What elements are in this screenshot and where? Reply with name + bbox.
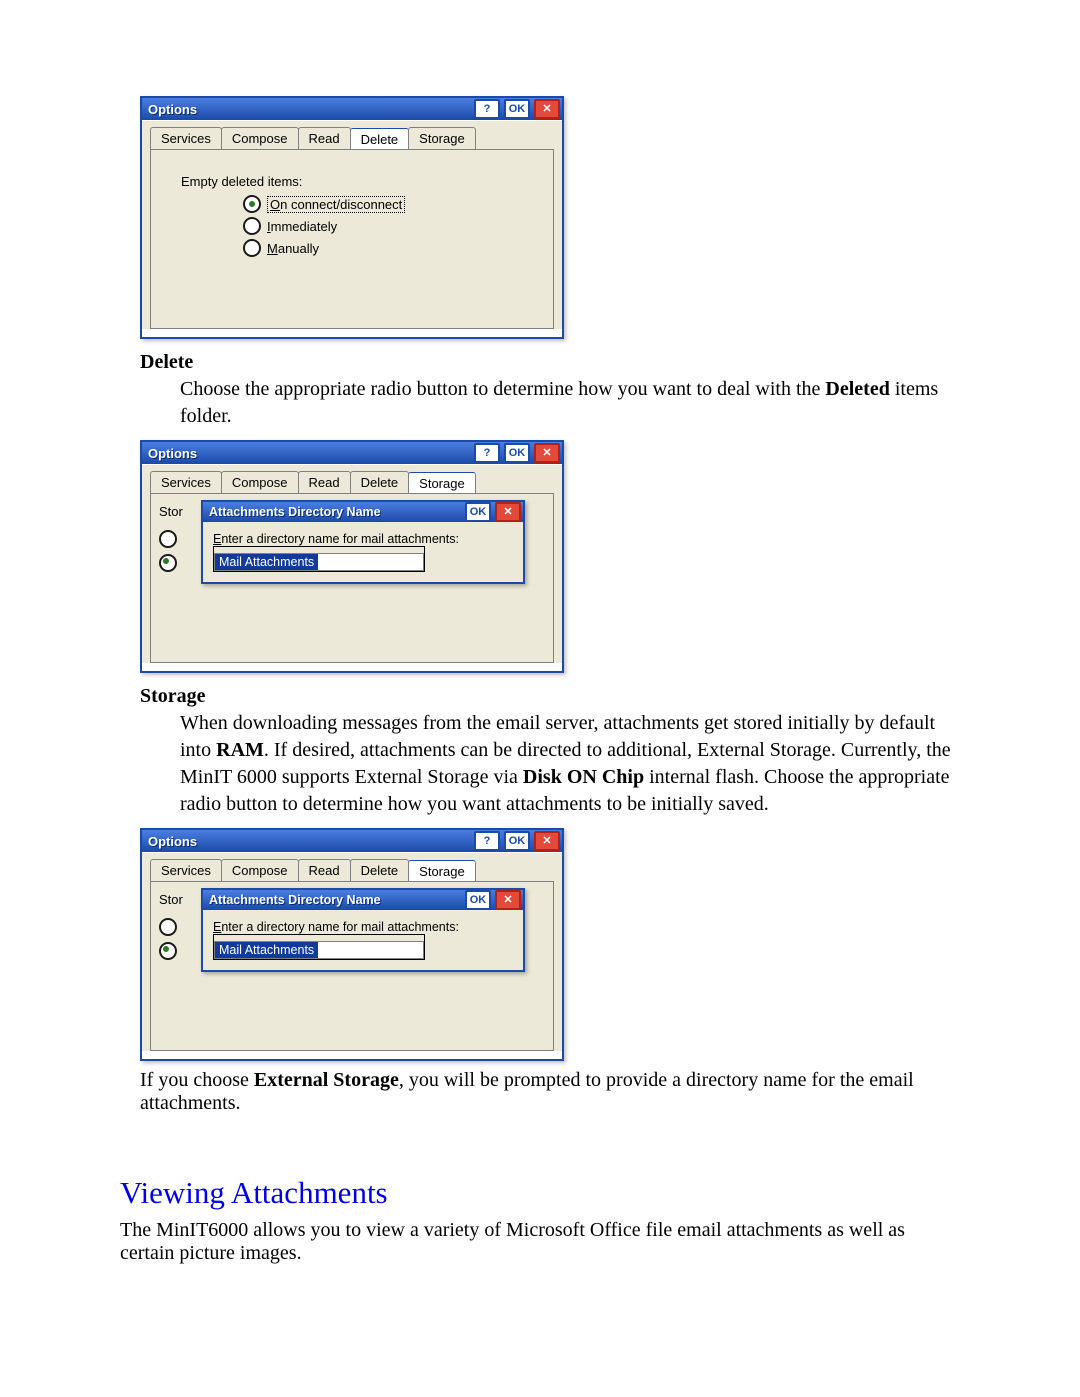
storage-label-clipped: Stor <box>159 504 183 519</box>
storage-radios-clipped <box>159 912 177 966</box>
radio-icon <box>243 217 261 235</box>
attachments-dir-popup: Attachments Directory Name OK ✕ Enter a … <box>201 500 525 584</box>
ok-button[interactable]: OK <box>504 443 530 463</box>
popup-body: Enter a directory name for mail attachme… <box>203 910 523 970</box>
radio-on-connect[interactable]: On connect/disconnect <box>243 195 553 213</box>
delete-heading: Delete <box>140 351 960 374</box>
tab-storage[interactable]: Storage <box>408 127 476 149</box>
radio-label: Immediately <box>267 219 337 234</box>
ok-button[interactable]: OK <box>504 99 530 119</box>
titlebar: Options ? OK ✕ <box>142 98 562 120</box>
radio-icon <box>243 195 261 213</box>
radio-icon <box>159 942 177 960</box>
help-button[interactable]: ? <box>474 99 500 119</box>
radio-immediately[interactable]: Immediately <box>243 217 553 235</box>
tab-services[interactable]: Services <box>150 859 222 881</box>
popup-title: Attachments Directory Name <box>203 893 463 907</box>
tab-delete[interactable]: Delete <box>350 128 410 150</box>
tab-read[interactable]: Read <box>298 471 351 493</box>
options-dialog: Options ? OK ✕ Services Compose Read Del… <box>140 96 564 339</box>
help-button[interactable]: ? <box>474 443 500 463</box>
options-dialog-storage: Options ? OK ✕ Services Compose Read Del… <box>140 440 564 673</box>
figure-options-delete: Options ? OK ✕ Services Compose Read Del… <box>140 96 960 339</box>
delete-paragraph: Choose the appropriate radio button to d… <box>180 376 960 430</box>
ok-button[interactable]: OK <box>504 831 530 851</box>
external-storage-note: If you choose External Storage, you will… <box>140 1069 960 1115</box>
options-dialog-storage: Options ? OK ✕ Services Compose Read Del… <box>140 828 564 1061</box>
radio-icon <box>159 554 177 572</box>
dialog-client: Services Compose Read Delete Storage Sto… <box>142 464 562 663</box>
tab-services[interactable]: Services <box>150 127 222 149</box>
popup-titlebar: Attachments Directory Name OK ✕ <box>203 890 523 910</box>
help-button[interactable]: ? <box>474 831 500 851</box>
dialog-title: Options <box>142 834 472 849</box>
close-button[interactable]: ✕ <box>534 99 560 119</box>
tab-read[interactable]: Read <box>298 127 351 149</box>
tab-strip: Services Compose Read Delete Storage <box>142 853 562 881</box>
tab-delete[interactable]: Delete <box>350 471 410 493</box>
tab-read[interactable]: Read <box>298 859 351 881</box>
popup-close-button[interactable]: ✕ <box>495 890 521 910</box>
popup-body: Enter a directory name for mail attachme… <box>203 522 523 582</box>
attachments-dir-popup: Attachments Directory Name OK ✕ Enter a … <box>201 888 525 972</box>
section-viewing-attachments: Viewing Attachments <box>120 1175 960 1211</box>
radio-manually[interactable]: Manually <box>243 239 553 257</box>
storage-radios-clipped <box>159 524 177 578</box>
empty-items-label: Empty deleted items: <box>181 174 553 189</box>
tab-delete[interactable]: Delete <box>350 859 410 881</box>
storage-pane: Stor Attachments Directory Name OK ✕ Ent… <box>150 881 554 1051</box>
radio-label: Manually <box>267 241 319 256</box>
popup-title: Attachments Directory Name <box>203 505 463 519</box>
popup-ok-button[interactable]: OK <box>465 502 491 522</box>
popup-close-button[interactable]: ✕ <box>495 502 521 522</box>
tab-compose[interactable]: Compose <box>221 471 299 493</box>
tab-storage[interactable]: Storage <box>408 860 476 882</box>
popup-titlebar: Attachments Directory Name OK ✕ <box>203 502 523 522</box>
popup-label: Enter a directory name for mail attachme… <box>213 920 513 934</box>
radio-icon <box>159 530 177 548</box>
popup-ok-button[interactable]: OK <box>465 890 491 910</box>
tab-strip: Services Compose Read Delete Storage <box>142 121 562 149</box>
close-button[interactable]: ✕ <box>534 443 560 463</box>
radio-icon <box>159 918 177 936</box>
dialog-client: Services Compose Read Delete Storage Emp… <box>142 120 562 329</box>
radio-icon <box>243 239 261 257</box>
tab-services[interactable]: Services <box>150 471 222 493</box>
popup-label: Enter a directory name for mail attachme… <box>213 532 513 546</box>
tab-strip: Services Compose Read Delete Storage <box>142 465 562 493</box>
storage-label-clipped: Stor <box>159 892 183 907</box>
titlebar: Options ? OK ✕ <box>142 442 562 464</box>
directory-input[interactable]: Mail Attachments <box>213 934 425 960</box>
dialog-client: Services Compose Read Delete Storage Sto… <box>142 852 562 1051</box>
directory-input-value: Mail Attachments <box>215 942 318 958</box>
dialog-title: Options <box>142 446 472 461</box>
storage-heading: Storage <box>140 685 960 708</box>
tab-compose[interactable]: Compose <box>221 859 299 881</box>
tab-compose[interactable]: Compose <box>221 127 299 149</box>
figure-options-storage-1: Options ? OK ✕ Services Compose Read Del… <box>140 440 960 673</box>
radio-label: On connect/disconnect <box>267 196 405 213</box>
directory-input[interactable]: Mail Attachments <box>213 546 425 572</box>
storage-pane: Stor Attachments Directory Name OK ✕ Ent… <box>150 493 554 663</box>
tab-storage[interactable]: Storage <box>408 472 476 494</box>
figure-options-storage-2: Options ? OK ✕ Services Compose Read Del… <box>140 828 960 1061</box>
titlebar: Options ? OK ✕ <box>142 830 562 852</box>
directory-input-value: Mail Attachments <box>215 554 318 570</box>
section-viewing-body: The MinIT6000 allows you to view a varie… <box>120 1219 960 1265</box>
storage-paragraph: When downloading messages from the email… <box>180 710 960 818</box>
close-button[interactable]: ✕ <box>534 831 560 851</box>
dialog-title: Options <box>142 102 472 117</box>
delete-pane: Empty deleted items: On connect/disconne… <box>150 149 554 329</box>
